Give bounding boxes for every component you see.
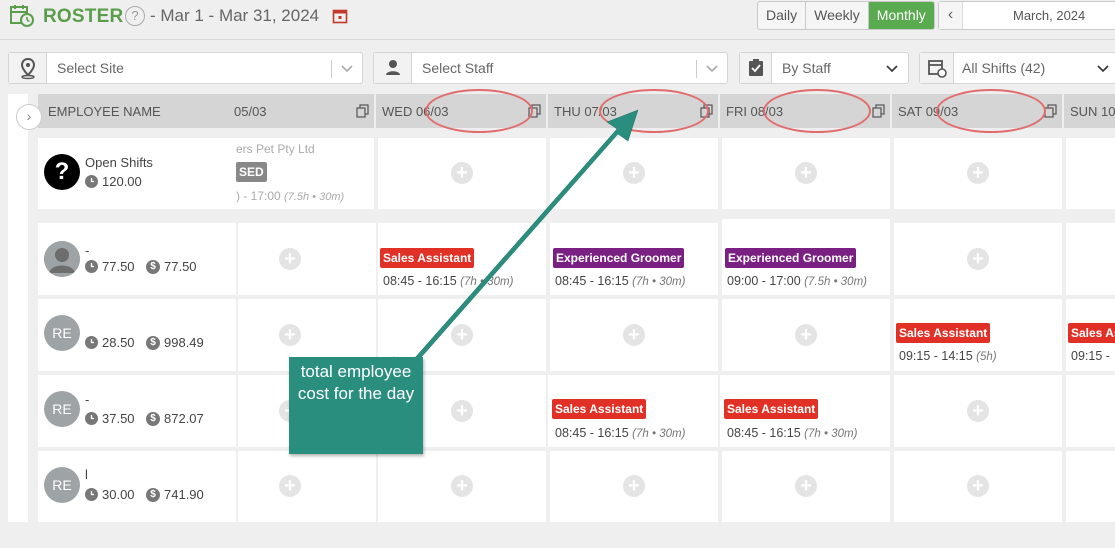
- annotation-arrow: [392, 109, 639, 371]
- annotation-callout: total employee cost for the day: [289, 357, 423, 454]
